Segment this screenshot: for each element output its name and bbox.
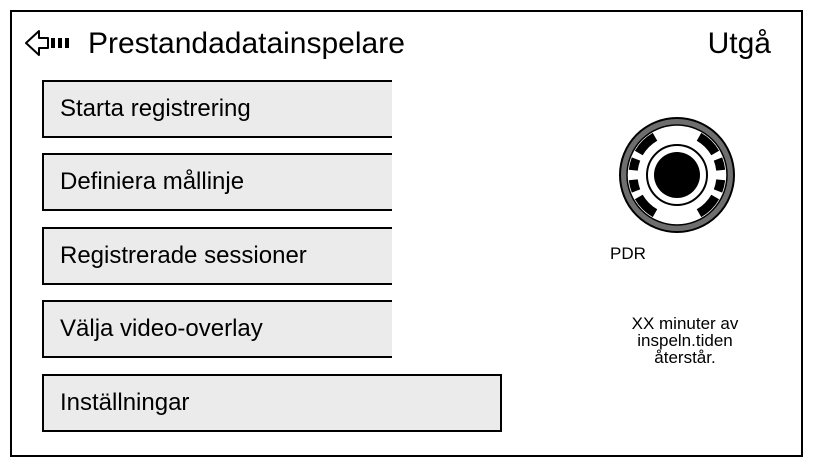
menu-item-define-finish-line[interactable]: Definiera mållinje [42,153,392,211]
remaining-time-line: återstår. [654,348,716,367]
remaining-time-line: inspeln.tiden [637,331,733,350]
menu-item-settings[interactable]: Inställningar [42,374,502,432]
menu-item-video-overlay[interactable]: Välja video-overlay [42,300,392,358]
menu-item-label: Registrerade sessioner [60,242,307,269]
page-title: Prestandadatainspelare [88,27,405,60]
pdr-label: PDR [610,244,646,263]
menu-item-start-recording[interactable]: Starta registrering [42,80,392,138]
back-arrow-icon[interactable] [24,28,74,58]
recorder-dial-icon [619,117,735,233]
header-bar: Prestandadatainspelare Utgå [12,12,801,76]
menu-item-label: Definiera mållinje [60,168,245,195]
remaining-time-line: XX minuter av [631,314,739,333]
menu-item-label: Inställningar [60,389,190,416]
menu-item-recorded-sessions[interactable]: Registrerade sessioner [42,227,392,285]
remaining-time-text: XX minuter av inspeln.tiden återstår. [600,315,770,366]
menu-item-label: Starta registrering [60,95,251,122]
recorder-screen: Prestandadatainspelare Utgå Starta regis… [10,10,803,457]
exit-button[interactable]: Utgå [708,26,771,62]
menu-item-label: Välja video-overlay [60,315,263,342]
